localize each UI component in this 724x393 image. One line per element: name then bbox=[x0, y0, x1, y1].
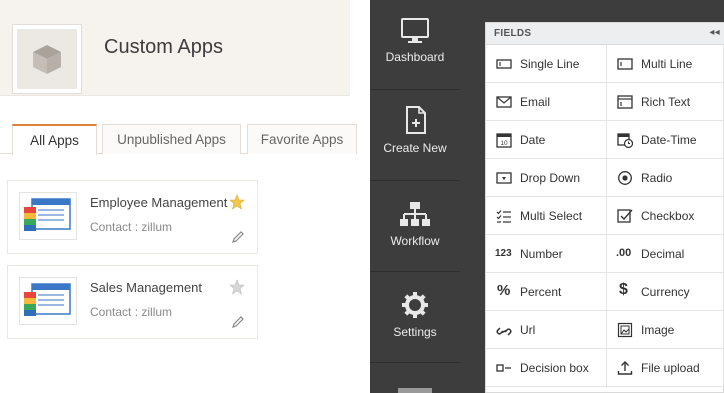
currency-icon: $ bbox=[619, 281, 628, 298]
field-label: Rich Text bbox=[641, 95, 691, 109]
app-card[interactable]: Employee Management Contact : zillum bbox=[7, 180, 258, 254]
field-label: Date bbox=[520, 133, 546, 147]
sidebar-item-workflow[interactable]: Workflow bbox=[370, 182, 460, 272]
field-url[interactable]: Url bbox=[486, 311, 607, 349]
decimal-icon: .00 bbox=[616, 247, 632, 259]
new-file-icon bbox=[406, 106, 426, 134]
collapse-icon[interactable]: ◂◂ bbox=[709, 27, 720, 38]
field-checkbox[interactable]: Checkbox bbox=[607, 197, 724, 235]
main-sidebar: Dashboard Create New Workflow Settings bbox=[370, 0, 460, 393]
partial-sidebar-icon bbox=[398, 388, 432, 393]
radio-icon bbox=[618, 171, 632, 185]
multi-select-icon bbox=[496, 210, 511, 223]
decision-box-icon bbox=[496, 364, 511, 372]
apps-logo bbox=[12, 24, 82, 94]
sidebar-item-settings[interactable]: Settings bbox=[370, 273, 460, 363]
field-drop-down[interactable]: Drop Down bbox=[486, 159, 607, 197]
edit-icon[interactable] bbox=[231, 315, 245, 329]
custom-apps-panel: Custom Apps All Apps Unpublished Apps Fa… bbox=[0, 0, 357, 393]
fields-title: FIELDS bbox=[494, 28, 532, 39]
app-contact: Contact : zillum bbox=[90, 305, 173, 319]
app-card[interactable]: Sales Management Contact : zillum bbox=[7, 265, 258, 339]
multi-line-icon bbox=[617, 58, 633, 70]
workflow-icon bbox=[400, 202, 430, 226]
gear-icon bbox=[402, 292, 428, 318]
date-icon-text: 10 bbox=[500, 140, 508, 147]
sidebar-item-label: Settings bbox=[393, 325, 437, 339]
field-label: Currency bbox=[641, 285, 690, 299]
sidebar-item-dashboard[interactable]: Dashboard bbox=[370, 0, 460, 90]
tab-favorite-apps[interactable]: Favorite Apps bbox=[247, 124, 357, 154]
field-label: Percent bbox=[520, 285, 562, 299]
date-icon: 10 bbox=[496, 133, 512, 148]
field-label: Image bbox=[641, 323, 675, 337]
dropdown-icon bbox=[496, 172, 512, 184]
email-icon bbox=[496, 96, 512, 108]
star-icon[interactable] bbox=[229, 194, 245, 210]
field-label: Multi Select bbox=[520, 209, 583, 223]
star-icon[interactable] bbox=[229, 279, 245, 295]
rich-text-icon bbox=[617, 95, 633, 109]
field-label: Radio bbox=[641, 171, 673, 185]
field-label: Decimal bbox=[641, 247, 685, 261]
field-single-line[interactable]: Single Line bbox=[486, 45, 607, 83]
field-label: Decision box bbox=[520, 361, 589, 375]
field-label: File upload bbox=[641, 361, 700, 375]
field-image[interactable]: Image bbox=[607, 311, 724, 349]
cube-icon bbox=[33, 45, 61, 74]
app-thumbnail bbox=[19, 277, 77, 325]
field-label: Number bbox=[520, 247, 563, 261]
field-label: Date-Time bbox=[641, 133, 697, 147]
sidebar-item-label: Dashboard bbox=[385, 50, 445, 64]
monitor-icon bbox=[401, 18, 429, 43]
upload-icon bbox=[617, 361, 633, 375]
app-thumbnail bbox=[19, 192, 77, 240]
field-radio[interactable]: Radio bbox=[607, 159, 724, 197]
apps-header: Custom Apps bbox=[0, 0, 350, 96]
checkbox-icon bbox=[617, 209, 633, 223]
field-date-time[interactable]: Date-Time bbox=[607, 121, 724, 159]
fields-panel: FIELDS ◂◂ Single Line Multi Line Email R… bbox=[485, 22, 724, 393]
field-currency[interactable]: $ Currency bbox=[607, 273, 724, 311]
field-email[interactable]: Email bbox=[486, 83, 607, 121]
field-decision-box[interactable]: Decision box bbox=[486, 349, 607, 387]
sidebar-item-label: Workflow bbox=[390, 234, 440, 248]
sidebar-item-create-new[interactable]: Create New bbox=[370, 91, 460, 181]
field-label: Url bbox=[520, 323, 536, 337]
field-rich-text[interactable]: Rich Text bbox=[607, 83, 724, 121]
field-number[interactable]: 123 Number bbox=[486, 235, 607, 273]
app-contact: Contact : zillum bbox=[90, 220, 173, 234]
field-label: Single Line bbox=[520, 57, 580, 71]
date-time-icon bbox=[617, 133, 633, 148]
field-multi-select[interactable]: Multi Select bbox=[486, 197, 607, 235]
app-tabs: All Apps Unpublished Apps Favorite Apps bbox=[0, 124, 357, 155]
fields-header: FIELDS ◂◂ bbox=[486, 23, 724, 45]
percent-icon: % bbox=[497, 282, 511, 299]
field-percent[interactable]: % Percent bbox=[486, 273, 607, 311]
field-label: Checkbox bbox=[641, 209, 695, 223]
app-name[interactable]: Employee Management bbox=[90, 195, 227, 210]
field-label: Email bbox=[520, 95, 551, 109]
page-title: Custom Apps bbox=[104, 36, 223, 58]
single-line-icon bbox=[496, 59, 512, 69]
link-icon bbox=[496, 327, 512, 336]
tab-unpublished-apps[interactable]: Unpublished Apps bbox=[102, 124, 241, 154]
app-name[interactable]: Sales Management bbox=[90, 280, 202, 295]
field-label: Drop Down bbox=[520, 171, 581, 185]
field-decimal[interactable]: .00 Decimal bbox=[607, 235, 724, 273]
number-icon: 123 bbox=[495, 248, 512, 259]
tab-all-apps[interactable]: All Apps bbox=[12, 124, 97, 155]
edit-icon[interactable] bbox=[231, 230, 245, 244]
field-multi-line[interactable]: Multi Line bbox=[607, 45, 724, 83]
field-label: Multi Line bbox=[641, 57, 693, 71]
field-date[interactable]: 10 Date bbox=[486, 121, 607, 159]
sidebar-item-label: Create New bbox=[383, 141, 447, 155]
field-file-upload[interactable]: File upload bbox=[607, 349, 724, 387]
image-icon bbox=[617, 322, 633, 338]
